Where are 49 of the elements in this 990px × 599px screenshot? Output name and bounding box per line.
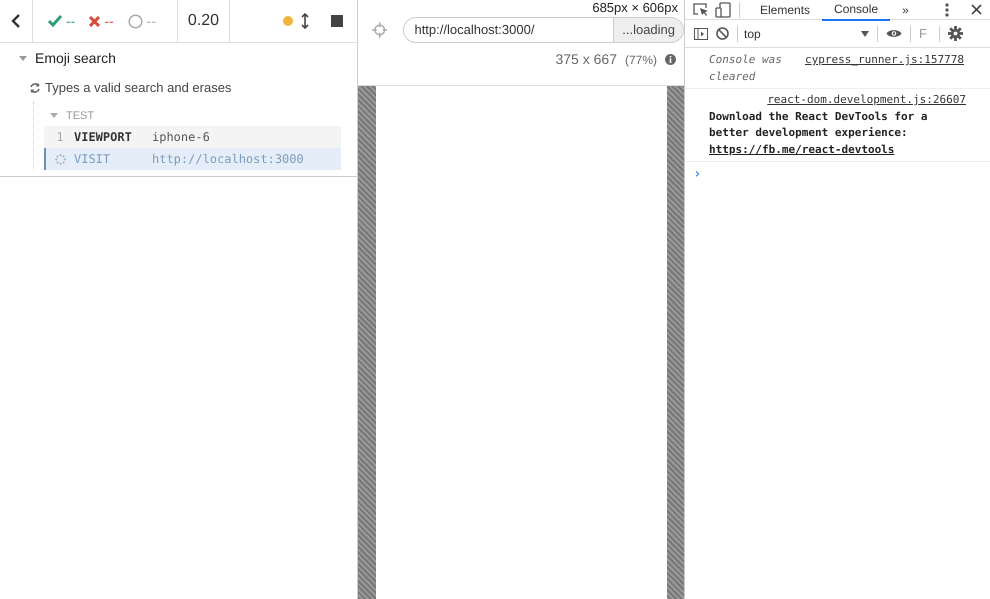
failed-count: -- [104,12,114,30]
command-number: 1 [56,129,64,146]
refresh-icon [29,82,41,94]
prompt-caret[interactable]: › [693,166,702,182]
suite-title: Emoji search [35,49,116,68]
auto-scroll-icon[interactable] [301,13,309,29]
command-message: iphone-6 [152,129,210,146]
duration: 0.20 [188,11,220,31]
viewport-size: 375 x 667 [555,50,617,69]
url-bar[interactable]: http://localhost:3000/ ...loading [403,17,684,43]
console-message: Download the React DevTools for a better development experience: https://fb.me/react-devtools [709,108,929,158]
passed-count: -- [66,12,76,30]
devtools-tab[interactable]: Console [822,0,890,20]
more-options-icon[interactable] [945,2,949,16]
status-dot-icon [283,16,293,26]
context-value: top [744,26,761,42]
device-toolbar-icon[interactable] [715,2,731,18]
collapse-caret-icon[interactable] [19,56,27,62]
close-icon[interactable] [971,4,982,15]
info-icon[interactable] [665,54,676,65]
context-select[interactable]: top [744,24,869,42]
sidebar-toggle-icon[interactable] [694,28,708,40]
source-link[interactable]: react-dom.development.js:26607 [767,93,966,106]
size-overlay: 685px × 606px [592,0,678,16]
settings-icon[interactable] [948,26,963,41]
loading-label: ...loading [613,18,683,42]
test-title: Types a valid search and erases [45,79,232,97]
command-row[interactable]: 1 VIEWPORT iphone-6 [44,126,341,148]
dropdown-icon [861,30,869,36]
spinner-icon [54,154,66,164]
command-name: VISIT [74,151,112,168]
command-name: VIEWPORT [74,129,133,146]
inspect-icon[interactable] [693,2,709,16]
console-message: Console was cleared [709,52,783,84]
message-link[interactable]: https://fb.me/react-devtools [709,142,894,156]
more-tabs-button[interactable]: » [890,0,921,20]
circle-icon [128,14,143,28]
section-label: TEST [66,108,94,124]
back-icon[interactable] [11,14,21,28]
eye-icon[interactable] [886,28,902,39]
command-message: http://localhost:3000 [152,151,304,168]
clear-icon[interactable] [716,27,729,40]
pending-count: -- [146,12,156,30]
source-link[interactable]: cypress_runner.js:157778 [805,52,964,85]
cross-icon [89,16,100,26]
devtools-tab[interactable]: Elements [748,0,822,20]
url-text: http://localhost:3000/ [413,21,536,40]
check-icon [48,15,62,27]
scale-percent: (77%) [624,52,657,68]
